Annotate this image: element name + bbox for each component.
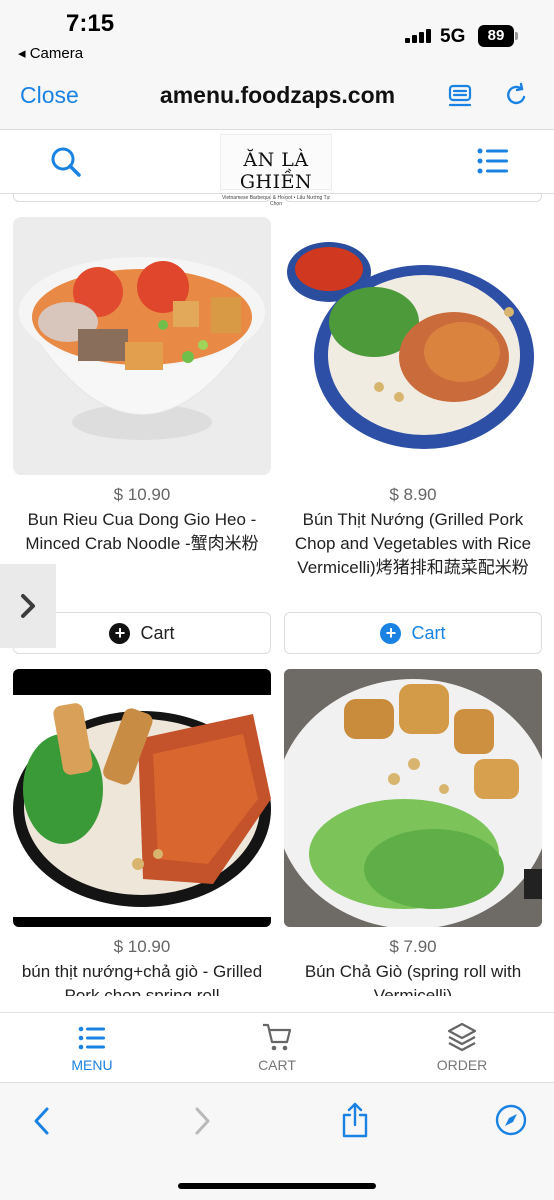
item-name[interactable]: Bún Thịt Nướng (Grilled Pork Chop and Ve… bbox=[284, 508, 542, 580]
address-bar[interactable]: amenu.foodzaps.com bbox=[140, 82, 415, 109]
restaurant-logo[interactable]: ĂN LÀ GHIỀN Vietnamese Barbeque & Hotpot… bbox=[220, 134, 332, 207]
clock: 7:15 bbox=[66, 10, 115, 37]
nav-cart-label: CART bbox=[258, 1057, 296, 1073]
menu-list-icon[interactable] bbox=[476, 146, 510, 181]
chevron-right-icon bbox=[21, 594, 35, 618]
plus-circle-icon: + bbox=[380, 622, 402, 644]
reader-icon[interactable] bbox=[444, 80, 476, 112]
network-type: 5G bbox=[440, 26, 466, 47]
site-header: ĂN LÀ GHIỀN Vietnamese Barbeque & Hotpot… bbox=[0, 130, 554, 207]
cart-label: Cart bbox=[140, 622, 175, 643]
share-icon[interactable] bbox=[340, 1101, 370, 1144]
nav-cart[interactable]: CART bbox=[217, 1013, 337, 1083]
item-price: $ 7.90 bbox=[389, 937, 437, 956]
item-photo[interactable] bbox=[284, 217, 542, 475]
home-indicator bbox=[178, 1183, 376, 1189]
browser-bottom-toolbar bbox=[0, 1082, 554, 1200]
plus-circle-icon: + bbox=[109, 622, 131, 644]
previous-cart-button[interactable] bbox=[284, 194, 542, 202]
reload-icon[interactable] bbox=[500, 80, 532, 112]
item-name[interactable]: Bún Chả Giò (spring roll with Vermicelli… bbox=[284, 960, 542, 996]
nav-order-label: ORDER bbox=[436, 1057, 488, 1073]
item-price: $ 10.90 bbox=[113, 937, 171, 956]
compass-icon[interactable] bbox=[494, 1103, 528, 1142]
bottom-nav: MENU CART ORDER bbox=[0, 1012, 554, 1082]
battery-icon: 89 bbox=[478, 25, 518, 47]
nav-menu[interactable]: MENU bbox=[32, 1013, 152, 1083]
search-icon[interactable] bbox=[48, 144, 84, 185]
item-photo[interactable] bbox=[284, 669, 542, 927]
back-arrow-icon[interactable] bbox=[30, 1105, 54, 1142]
item-name[interactable]: bún thịt nướng+chả giò - Grilled Pork ch… bbox=[13, 960, 271, 996]
item-price: $ 10.90 bbox=[113, 485, 171, 504]
browser-toolbar: Close amenu.foodzaps.com bbox=[0, 70, 554, 130]
layers-icon bbox=[447, 1022, 477, 1052]
side-expand-button[interactable] bbox=[0, 564, 56, 648]
status-bar: 7:15 ◂ Camera 5G 89 bbox=[0, 0, 554, 70]
add-to-cart-button[interactable]: + Cart bbox=[284, 612, 542, 654]
item-price: $ 8.90 bbox=[389, 485, 437, 504]
forward-arrow-icon[interactable] bbox=[190, 1105, 214, 1142]
list-icon bbox=[78, 1026, 105, 1050]
nav-order[interactable]: ORDER bbox=[402, 1013, 522, 1083]
signal-icon bbox=[405, 29, 433, 43]
nav-menu-label: MENU bbox=[71, 1057, 113, 1073]
previous-cart-button[interactable] bbox=[13, 194, 271, 202]
cart-label: Cart bbox=[411, 622, 446, 643]
close-button[interactable]: Close bbox=[20, 82, 79, 109]
logo-title: ĂN LÀ GHIỀN bbox=[239, 149, 313, 193]
item-photo[interactable] bbox=[13, 217, 271, 475]
back-to-camera-link[interactable]: ◂ Camera bbox=[18, 44, 83, 62]
cart-icon bbox=[263, 1023, 292, 1051]
item-photo[interactable] bbox=[13, 669, 271, 927]
item-name[interactable]: Bun Rieu Cua Dong Gio Heo - Minced Crab … bbox=[13, 508, 271, 556]
